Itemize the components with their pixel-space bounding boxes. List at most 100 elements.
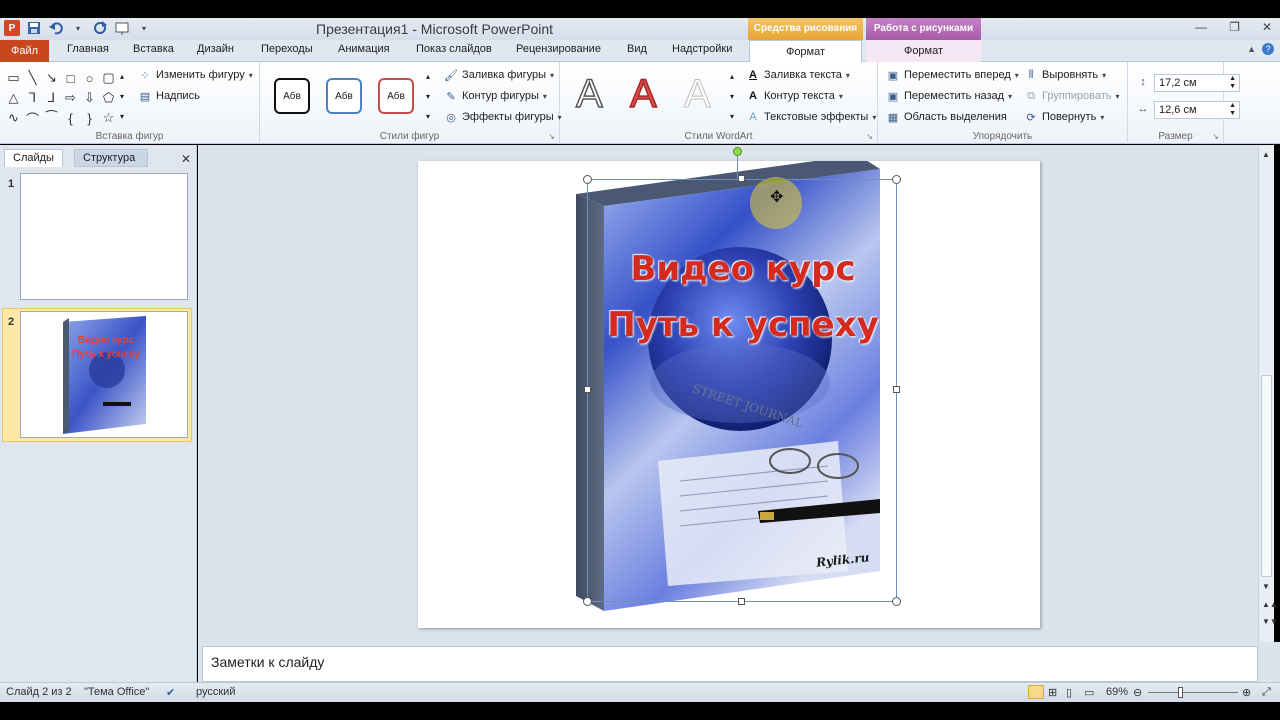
oval-shape-icon[interactable]: ○	[80, 68, 99, 88]
slide-sorter-icon[interactable]: ⊞	[1048, 686, 1057, 699]
elbow-connector-icon[interactable]: ⅂	[23, 88, 42, 108]
resize-handle-top[interactable]	[738, 175, 745, 182]
shape-style-red[interactable]: Абв	[378, 78, 414, 114]
gallery-scroll-down-icon[interactable]: ▾	[120, 92, 124, 101]
close-icon[interactable]: ✕	[181, 152, 191, 166]
curve-shape-icon[interactable]: ∿	[4, 108, 23, 128]
next-slide-icon[interactable]: ▼▼	[1262, 617, 1278, 626]
styles-scroll-down-icon[interactable]: ▾	[426, 92, 430, 101]
text-fill-button[interactable]: A Заливка текста ▾	[746, 68, 850, 82]
notes-field[interactable]: Заметки к слайду	[202, 646, 1258, 682]
change-shape-button[interactable]: ⁘ Изменить фигуру ▾	[138, 68, 252, 82]
normal-view-icon[interactable]	[1028, 685, 1044, 699]
bring-forward-button[interactable]: ▣ Переместить вперед ▾	[886, 68, 1019, 82]
vertical-scrollbar[interactable]: ▲ ▼ ▲▲ ▼▼	[1258, 145, 1278, 642]
slideshow-view-icon[interactable]: ▭	[1084, 686, 1094, 699]
arc-shape-icon[interactable]: ⌒	[23, 108, 42, 128]
right-arrow-shape-icon[interactable]: ⇨	[61, 88, 80, 108]
tab-view[interactable]: Вид	[627, 43, 647, 55]
tab-home[interactable]: Главная	[67, 43, 109, 55]
rectangle-shape-icon[interactable]: □	[61, 68, 80, 88]
tab-slides[interactable]: Слайды	[4, 149, 63, 167]
gallery-scroll-up-icon[interactable]: ▴	[120, 72, 124, 81]
rotate-button[interactable]: ⟳ Повернуть ▾	[1024, 110, 1104, 124]
zoom-level[interactable]: 69%	[1106, 686, 1128, 698]
save-icon[interactable]	[26, 20, 42, 36]
shape-fill-button[interactable]: 🖌 Заливка фигуры ▾	[444, 68, 554, 82]
close-icon[interactable]: ✕	[1262, 20, 1272, 34]
undo-dropdown-icon[interactable]: ▾	[70, 20, 86, 36]
text-effects-button[interactable]: A Текстовые эффекты ▾	[746, 110, 876, 124]
scroll-up-icon[interactable]: ▲	[1262, 150, 1270, 159]
slide-canvas[interactable]: Видео курс Путь к успеху STREET JOURNAL …	[418, 147, 1040, 628]
wave-shape-icon[interactable]: ⁀	[42, 108, 61, 128]
zoom-out-icon[interactable]: ⊖	[1133, 686, 1142, 699]
language[interactable]: русский	[196, 686, 235, 698]
wordart-scroll-up-icon[interactable]: ▴	[730, 72, 734, 81]
tab-outline[interactable]: Структура	[74, 149, 148, 167]
tab-format-picture[interactable]: Формат	[866, 40, 981, 62]
tab-animations[interactable]: Анимация	[338, 43, 390, 55]
group-button[interactable]: ⧉ Группировать ▾	[1024, 89, 1119, 103]
shape-style-black[interactable]: Абв	[274, 78, 310, 114]
restore-icon[interactable]: ❐	[1229, 20, 1240, 34]
pentagon-shape-icon[interactable]: ⬠	[99, 88, 118, 108]
send-backward-button[interactable]: ▣ Переместить назад ▾	[886, 89, 1012, 103]
spinner-icon[interactable]: ▲ ▼	[1229, 102, 1236, 118]
resize-handle-bottom[interactable]	[738, 598, 745, 605]
arrow-line-shape-icon[interactable]: ↘	[42, 68, 61, 88]
tab-design[interactable]: Дизайн	[197, 43, 234, 55]
resize-handle-tl[interactable]	[583, 175, 592, 184]
textbox-shape-icon[interactable]: ▭	[4, 68, 23, 88]
previous-slide-icon[interactable]: ▲▲	[1262, 600, 1278, 609]
gallery-more-icon[interactable]: ▾	[120, 112, 124, 121]
powerpoint-logo-icon[interactable]: P	[4, 20, 20, 36]
scrollbar-thumb[interactable]	[1261, 375, 1272, 577]
fit-to-window-icon[interactable]: ⤢	[1262, 686, 1271, 699]
zoom-in-icon[interactable]: ⊕	[1242, 686, 1251, 699]
undo-icon[interactable]	[48, 20, 64, 36]
line-shape-icon[interactable]: ╲	[23, 68, 42, 88]
ribbon-collapse-icon[interactable]: ▲	[1247, 44, 1256, 54]
wordart-more-icon[interactable]: ▾	[730, 112, 734, 121]
tab-addins[interactable]: Надстройки	[672, 43, 732, 55]
slide-thumbnail-2[interactable]: Видео курс Путь к успеху	[20, 311, 188, 438]
styles-scroll-up-icon[interactable]: ▴	[426, 72, 430, 81]
down-arrow-shape-icon[interactable]: ⇩	[80, 88, 99, 108]
elbow-arrow-icon[interactable]: ⅃	[42, 88, 61, 108]
scroll-down-icon[interactable]: ▼	[1262, 582, 1270, 591]
shape-style-blue[interactable]: Абв	[326, 78, 362, 114]
resize-handle-left[interactable]	[584, 386, 591, 393]
tab-file[interactable]: Файл	[0, 40, 49, 62]
left-brace-icon[interactable]: {	[61, 108, 80, 128]
tab-review[interactable]: Рецензирование	[516, 43, 601, 55]
wordart-scroll-down-icon[interactable]: ▾	[730, 92, 734, 101]
resize-handle-tr[interactable]	[892, 175, 901, 184]
wordart-style-outline[interactable]: A	[575, 71, 603, 117]
zoom-slider-thumb[interactable]	[1178, 687, 1183, 698]
resize-handle-br[interactable]	[892, 597, 901, 606]
help-icon[interactable]: ?	[1262, 43, 1274, 55]
styles-more-icon[interactable]: ▾	[426, 112, 430, 121]
reading-view-icon[interactable]: ▯	[1066, 686, 1072, 699]
redo-icon[interactable]	[92, 20, 108, 36]
tab-slideshow[interactable]: Показ слайдов	[416, 43, 492, 55]
tab-insert[interactable]: Вставка	[133, 43, 174, 55]
spinner-icon[interactable]: ▲ ▼	[1229, 75, 1236, 91]
zoom-slider[interactable]	[1148, 692, 1238, 693]
resize-handle-right[interactable]	[893, 386, 900, 393]
width-field[interactable]: 12,6 см ▲ ▼	[1154, 101, 1240, 119]
slideshow-icon[interactable]	[114, 20, 130, 36]
rotation-handle[interactable]	[733, 147, 742, 156]
shapes-gallery[interactable]: ▭ ╲ ↘ □ ○ ▢ △ ⅂ ⅃ ⇨ ⇩ ⬠ ∿ ⌒ ⁀ { } ☆	[4, 68, 118, 128]
tab-transitions[interactable]: Переходы	[261, 43, 313, 55]
align-button[interactable]: ⫴ Выровнять ▾	[1024, 68, 1106, 82]
minimize-icon[interactable]: —	[1195, 20, 1207, 34]
customize-qat-icon[interactable]: ▾	[136, 20, 152, 36]
slide-title[interactable]: Видео курс Путь к успеху	[598, 241, 888, 353]
shape-effects-button[interactable]: ◎ Эффекты фигуры ▾	[444, 110, 562, 124]
textbox-button[interactable]: ▤ Надпись	[138, 89, 200, 103]
wordart-style-red[interactable]: A	[629, 71, 657, 117]
slide-thumbnail-1[interactable]	[20, 173, 188, 300]
tab-format-drawing[interactable]: Формат	[749, 40, 862, 63]
